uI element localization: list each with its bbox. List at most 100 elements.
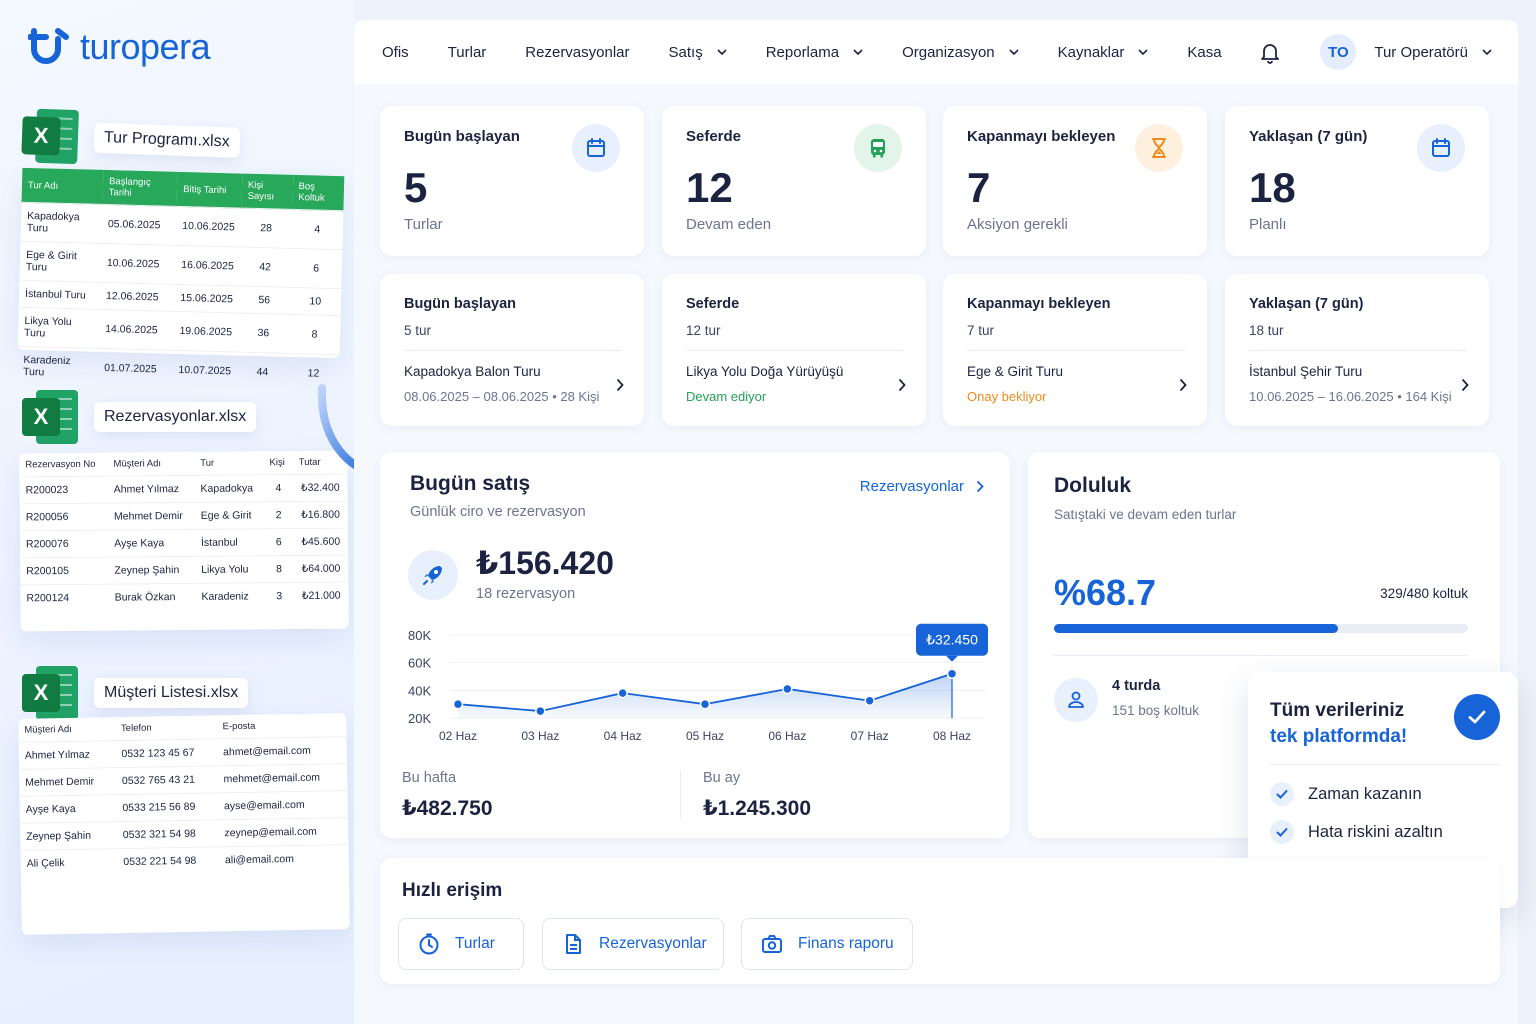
chart-point[interactable] xyxy=(782,683,793,695)
document-icon xyxy=(561,932,585,956)
chart-point[interactable] xyxy=(699,698,711,710)
nav-item-organizasyon[interactable]: Organizasyon xyxy=(902,44,1019,61)
chevron-right-icon[interactable] xyxy=(616,378,624,392)
nav-item-ofis[interactable]: Ofis xyxy=(382,44,409,61)
chart-point[interactable] xyxy=(617,687,628,699)
detail-count: 18 tur xyxy=(1249,323,1284,338)
bell-icon[interactable] xyxy=(1258,40,1282,64)
column-header: Müşteri Adı xyxy=(113,458,162,470)
chart-point[interactable] xyxy=(864,695,875,706)
table-cell: İstanbul xyxy=(194,528,265,557)
table-cell: Ayşe Kaya xyxy=(19,794,117,824)
user-icon xyxy=(1054,678,1098,722)
table-cell: 56 xyxy=(238,286,290,315)
table-cell: 0532 765 43 21 xyxy=(115,765,218,795)
table-cell: 10.06.2025 xyxy=(175,206,242,248)
table-cell: 10.06.2025 xyxy=(100,243,176,285)
camera-icon xyxy=(760,932,784,956)
stat-subtitle: Aksiyon gerekli xyxy=(967,216,1068,233)
excel-icon: X xyxy=(22,666,78,720)
table-row: R200105 Zeynep Şahin Likya Yolu 8 ₺64.000 xyxy=(20,555,349,585)
column-header: Kişi xyxy=(269,457,285,469)
promo-benefit-label: Zaman kazanın xyxy=(1308,784,1422,803)
stat-card[interactable]: Kapanmayı bekleyen 7 Aksiyon gerekli xyxy=(943,106,1207,256)
nav-item-label: Organizasyon xyxy=(902,43,995,61)
chevron-right-icon[interactable] xyxy=(898,378,906,392)
column-header: Boş Koltuk xyxy=(291,174,345,211)
table-row: R200124 Burak Özkan Karadeniz 3 ₺21.000 xyxy=(20,582,349,612)
sales-card: Bugün satış Günlük ciro ve rezervasyon R… xyxy=(380,452,1010,838)
table-row: R200076 Ayşe Kaya İstanbul 6 ₺45.600 xyxy=(19,528,349,558)
chevron-right-icon[interactable] xyxy=(1179,378,1187,392)
table-cell: Kapadokya xyxy=(194,474,264,503)
detail-title: Kapanmayı bekleyen xyxy=(967,296,1111,312)
occupancy-progress-bar xyxy=(1054,624,1468,633)
stat-card[interactable]: Seferde 12 Devam eden xyxy=(662,106,926,256)
calendar-icon xyxy=(572,124,620,172)
nav-item-kasa[interactable]: Kasa xyxy=(1187,44,1221,61)
tour-detail-card[interactable]: Bugün başlayan 5 tur Kapadokya Balon Turu 0… xyxy=(380,274,644,426)
chevron-right-icon[interactable] xyxy=(1461,378,1469,392)
chart-y-tick: 40K xyxy=(408,683,431,698)
nav-item-reporlama[interactable]: Reporlama xyxy=(766,44,863,61)
file-name: Tur Programı.xlsx xyxy=(93,122,241,158)
table-cell: mehmet@email.com xyxy=(217,763,348,793)
logo[interactable]: turopera xyxy=(28,26,211,68)
chart-point[interactable] xyxy=(535,705,546,717)
quick-access-button-rezervasyonlar[interactable]: Rezervasyonlar xyxy=(542,918,724,970)
week-label: Bu hafta xyxy=(402,770,457,786)
user-name: Tur Operatörü xyxy=(1374,43,1468,61)
table-cell: 4 xyxy=(263,474,294,502)
chart-y-tick: 60K xyxy=(408,656,431,671)
nav-item-label: Turlar xyxy=(447,43,487,61)
nav-item-satış[interactable]: Satış xyxy=(669,44,727,61)
summary-divider xyxy=(680,770,681,818)
table-cell: 8 xyxy=(288,314,341,355)
divider xyxy=(404,350,622,351)
nav-item-kaynaklar[interactable]: Kaynaklar xyxy=(1058,44,1149,61)
nav-item-turlar[interactable]: Turlar xyxy=(448,44,487,61)
stat-card[interactable]: Yaklaşan (7 gün) 18 Planlı xyxy=(1225,106,1489,256)
column-header: Tur Adı xyxy=(21,167,104,205)
divider xyxy=(1270,764,1500,765)
table-cell: 8 xyxy=(264,555,294,583)
table-cell: R200023 xyxy=(19,476,108,504)
table-cell: Zeynep Şahin xyxy=(19,821,118,851)
user-menu[interactable]: Tur Operatörü xyxy=(1374,44,1492,61)
occupancy-subtitle: Satıştaki ve devam eden turlar xyxy=(1054,507,1237,522)
stat-card[interactable]: Bugün başlayan 5 Turlar xyxy=(380,106,644,256)
clock-icon xyxy=(417,932,441,956)
occupancy-seats: 329/480 koltuk xyxy=(1380,586,1468,601)
table-cell: 19.06.2025 xyxy=(173,311,239,353)
table-cell: 05.06.2025 xyxy=(101,204,177,246)
file-card-reservations: Rezervasyon No Müşteri Adı Tur Kişi Tutar R2… xyxy=(19,450,349,632)
chart-tooltip-label: ₺32.450 xyxy=(926,632,978,648)
promo-title: Tüm verileriniz xyxy=(1270,700,1405,721)
column-header: Kişi Sayısı xyxy=(241,173,293,210)
table-cell: 15.06.2025 xyxy=(174,284,240,314)
quick-access-button-turlar[interactable]: Turlar xyxy=(398,918,524,970)
month-value: ₺1.245.300 xyxy=(703,797,812,820)
nav-item-label: Satış xyxy=(668,43,703,61)
detail-tour-name: Kapadokya Balon Turu xyxy=(404,364,541,379)
chart-point[interactable] xyxy=(946,668,958,679)
tour-detail-card[interactable]: Seferde 12 tur Likya Yolu Doğa Yürüyüşü Dev… xyxy=(662,274,926,426)
table-cell: 0532 221 54 98 xyxy=(117,846,220,876)
table-cell: ₺64.000 xyxy=(293,555,349,583)
stat-title: Bugün başlayan xyxy=(404,128,520,145)
nav-item-rezervasyonlar[interactable]: Rezervasyonlar xyxy=(525,44,629,61)
check-icon xyxy=(1270,782,1294,806)
top-nav: Ofis Turlar Rezervasyonlar Satış Reporlama Or… xyxy=(354,20,1518,84)
week-value: ₺482.750 xyxy=(402,797,493,820)
tour-detail-card[interactable]: Kapanmayı bekleyen 7 tur Ege & Girit Turu O… xyxy=(943,274,1207,426)
chart-area xyxy=(458,673,952,718)
quick-access-button-finans-raporu[interactable]: Finans raporu xyxy=(741,918,913,970)
avatar[interactable]: TO xyxy=(1320,34,1357,70)
tour-detail-card[interactable]: Yaklaşan (7 gün) 18 tur İstanbul Şehir Tur… xyxy=(1225,274,1489,426)
column-header: Telefon xyxy=(120,722,152,735)
table-cell: ₺45.600 xyxy=(293,528,349,556)
chart-point[interactable] xyxy=(452,698,464,710)
table-cell: R200056 xyxy=(19,503,109,531)
reservations-table: Rezervasyon No Müşteri Adı Tur Kişi Tutar R2… xyxy=(19,451,349,612)
column-header: Bitiş Tarihi xyxy=(176,171,243,209)
